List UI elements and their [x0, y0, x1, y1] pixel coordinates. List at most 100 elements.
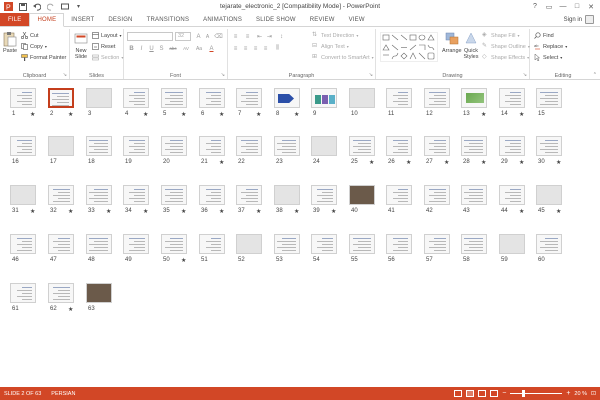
slide-thumbnail[interactable] [386, 88, 412, 108]
paste-button[interactable]: Paste [3, 31, 17, 54]
tab-insert[interactable]: INSERT [64, 13, 101, 26]
animation-indicator-icon[interactable]: ★ [556, 208, 561, 215]
animation-indicator-icon[interactable]: ★ [219, 159, 224, 166]
present-icon[interactable] [59, 2, 70, 12]
quick-styles-button[interactable]: Quick Styles [462, 31, 480, 60]
dialog-launcher-icon[interactable]: ↘ [369, 72, 373, 78]
columns-button[interactable]: ⫼ [273, 44, 282, 53]
replace-button[interactable]: ab Replace ▾ [534, 43, 567, 50]
slide-thumbnail[interactable] [199, 234, 225, 254]
animation-indicator-icon[interactable]: ★ [519, 111, 524, 118]
section-button[interactable]: Section ▾ [92, 54, 123, 61]
align-right-button[interactable]: ≡ [251, 44, 260, 53]
save-icon[interactable] [17, 2, 28, 12]
font-size-dropdown[interactable]: 32 [175, 32, 191, 41]
slide-thumbnail[interactable] [236, 185, 262, 205]
arrange-button[interactable]: Arrange [442, 31, 462, 54]
slide-thumbnail[interactable] [424, 136, 450, 156]
normal-view-icon[interactable] [454, 390, 463, 397]
animation-indicator-icon[interactable]: ★ [143, 111, 148, 118]
slide-thumbnail[interactable] [499, 234, 525, 254]
cut-button[interactable]: Cut [21, 32, 39, 39]
align-center-button[interactable]: ≡ [241, 44, 250, 53]
tab-transitions[interactable]: TRANSITIONS [140, 13, 197, 26]
animation-indicator-icon[interactable]: ★ [481, 159, 486, 166]
bullets-button[interactable]: ≡ [231, 32, 240, 41]
slide-thumbnail[interactable] [199, 185, 225, 205]
animation-indicator-icon[interactable]: ★ [556, 159, 561, 166]
collapse-ribbon-icon[interactable]: ⌃ [593, 72, 597, 78]
close-button[interactable]: ✕ [584, 1, 598, 13]
char-spacing-button[interactable]: AV [181, 44, 191, 53]
slide-thumbnail[interactable] [424, 234, 450, 254]
italic-button[interactable]: I [137, 44, 146, 53]
slide-thumbnail[interactable] [349, 185, 375, 205]
slide-thumbnail[interactable] [86, 283, 112, 303]
shrink-font-button[interactable]: A [203, 32, 212, 41]
slide-thumbnail[interactable] [274, 88, 300, 108]
animation-indicator-icon[interactable]: ★ [256, 208, 261, 215]
slide-thumbnail[interactable] [461, 136, 487, 156]
increase-indent-button[interactable]: ⇥ [265, 32, 274, 41]
slide-thumbnail[interactable] [499, 136, 525, 156]
slide-thumbnail[interactable] [10, 283, 36, 303]
slide-thumbnail[interactable] [161, 88, 187, 108]
align-left-button[interactable]: ≡ [231, 44, 240, 53]
help-button[interactable]: ? [528, 1, 542, 13]
slide-thumbnail[interactable] [461, 234, 487, 254]
dialog-launcher-icon[interactable]: ↘ [523, 72, 527, 78]
zoom-out-button[interactable]: − [502, 390, 506, 397]
animation-indicator-icon[interactable]: ★ [481, 111, 486, 118]
slide-thumbnail[interactable] [311, 88, 337, 108]
select-button[interactable]: Select ▾ [534, 54, 562, 61]
slide-thumbnail[interactable] [349, 88, 375, 108]
slide-thumbnail[interactable] [86, 88, 112, 108]
reading-view-icon[interactable] [478, 390, 487, 397]
redo-icon[interactable] [45, 2, 56, 12]
zoom-level[interactable]: 20 % [574, 391, 587, 397]
undo-icon[interactable] [31, 2, 42, 12]
animation-indicator-icon[interactable]: ★ [406, 159, 411, 166]
slide-thumbnail[interactable] [10, 185, 36, 205]
animation-indicator-icon[interactable]: ★ [331, 208, 336, 215]
slide-thumbnail[interactable] [536, 88, 562, 108]
slide-thumbnail[interactable] [199, 136, 225, 156]
slide-thumbnail[interactable] [349, 136, 375, 156]
text-direction-button[interactable]: ⇅ Text Direction ▾ [312, 32, 358, 39]
slide-thumbnail[interactable] [48, 185, 74, 205]
zoom-slider[interactable] [510, 390, 563, 397]
new-slide-button[interactable]: New Slide [72, 31, 90, 60]
slide-thumbnail[interactable] [536, 136, 562, 156]
slide-thumbnail[interactable] [123, 185, 149, 205]
minimize-button[interactable]: — [556, 1, 570, 13]
animation-indicator-icon[interactable]: ★ [30, 208, 35, 215]
copy-button[interactable]: Copy ▾ [21, 43, 47, 50]
bold-button[interactable]: B [127, 44, 136, 53]
slide-thumbnail[interactable] [48, 234, 74, 254]
tab-home[interactable]: HOME [29, 13, 65, 27]
animation-indicator-icon[interactable]: ★ [369, 159, 374, 166]
animation-indicator-icon[interactable]: ★ [519, 208, 524, 215]
sign-in[interactable]: Sign in [564, 13, 600, 26]
shapes-gallery[interactable] [380, 32, 438, 62]
slide-thumbnail[interactable] [10, 136, 36, 156]
zoom-slider-thumb[interactable] [522, 390, 526, 397]
animation-indicator-icon[interactable]: ★ [181, 257, 186, 264]
tab-design[interactable]: DESIGN [101, 13, 139, 26]
slide-thumbnail[interactable] [311, 185, 337, 205]
format-painter-button[interactable]: Format Painter [21, 54, 66, 61]
slide-thumbnail[interactable] [236, 234, 262, 254]
font-color-button[interactable]: A [207, 44, 216, 53]
slide-thumbnail[interactable] [461, 88, 487, 108]
fit-slide-icon[interactable]: ⊡ [591, 390, 596, 397]
animation-indicator-icon[interactable]: ★ [143, 208, 148, 215]
reset-button[interactable]: Reset [92, 43, 115, 50]
slide-thumbnail[interactable] [123, 136, 149, 156]
animation-indicator-icon[interactable]: ★ [519, 159, 524, 166]
shape-effects-button[interactable]: ◇ Shape Effects ▾ [482, 54, 529, 61]
convert-smartart-button[interactable]: ⊞ Convert to SmartArt ▾ [312, 54, 374, 61]
slide-thumbnail[interactable] [349, 234, 375, 254]
slideshow-view-icon[interactable] [490, 390, 499, 397]
animation-indicator-icon[interactable]: ★ [106, 208, 111, 215]
slide-thumbnail[interactable] [48, 88, 74, 108]
